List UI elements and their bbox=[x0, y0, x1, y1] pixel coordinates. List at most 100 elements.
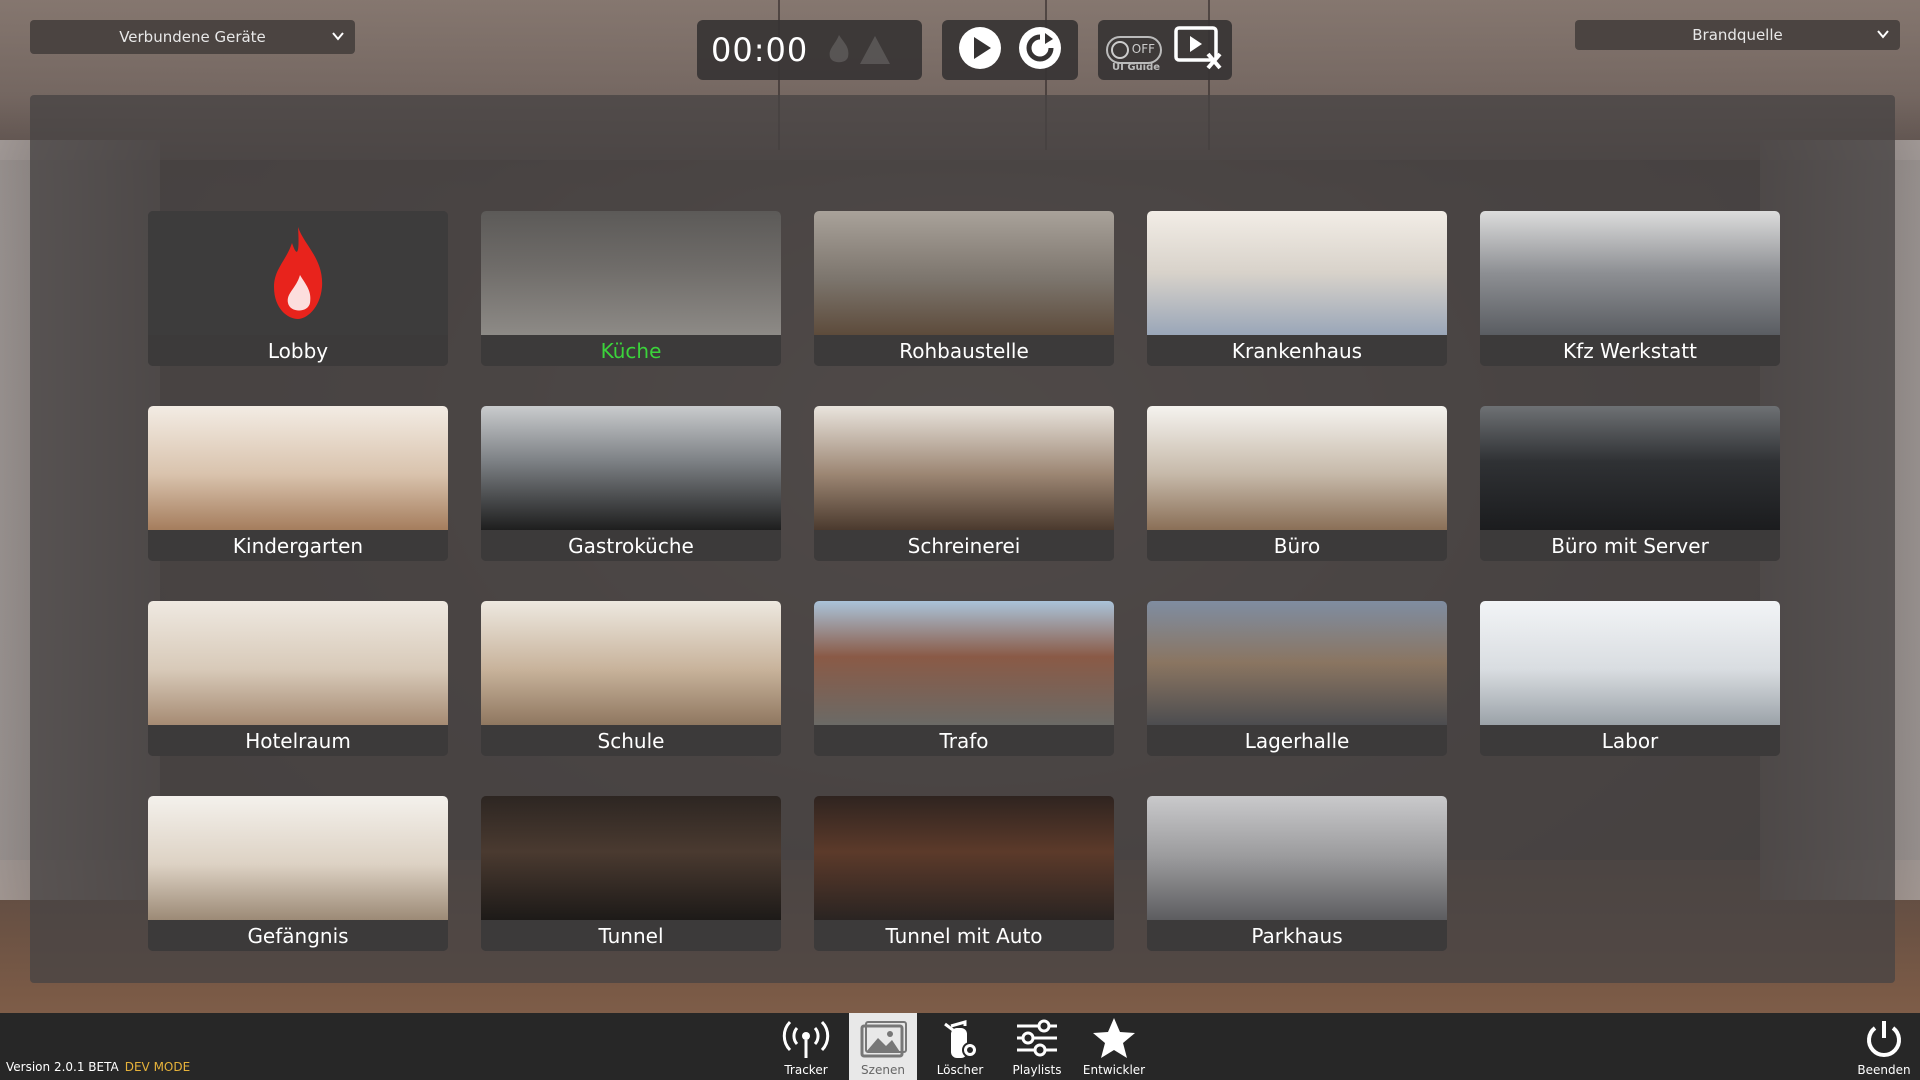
sliders-icon bbox=[1017, 1019, 1057, 1057]
ui-guide-label: UI Guide bbox=[1112, 62, 1161, 73]
nav-tracker[interactable]: Tracker bbox=[772, 1013, 840, 1080]
scene-tile-kindergarten[interactable]: Kindergarten bbox=[148, 406, 448, 561]
scene-label: Hotelraum bbox=[148, 725, 448, 756]
scene-tile-construction[interactable]: Rohbaustelle bbox=[814, 211, 1114, 366]
nav-scenes-label: Szenen bbox=[861, 1063, 905, 1077]
timer-display: 00:00 bbox=[711, 31, 809, 69]
scene-tile-garage[interactable]: Kfz Werkstatt bbox=[1480, 211, 1780, 366]
nav-developer-label: Entwickler bbox=[1082, 1063, 1146, 1077]
scene-label: Büro mit Server bbox=[1480, 530, 1780, 561]
scene-label: Lagerhalle bbox=[1147, 725, 1447, 756]
fire-source-label: Brandquelle bbox=[1692, 26, 1783, 44]
scene-thumbnail bbox=[148, 796, 448, 920]
scene-thumbnail bbox=[148, 211, 448, 335]
reset-button[interactable] bbox=[1017, 25, 1063, 75]
fire-level-indicator bbox=[826, 33, 892, 67]
scene-tile-warehouse[interactable]: Lagerhalle bbox=[1147, 601, 1447, 756]
fire-extinguisher-icon bbox=[944, 1020, 978, 1058]
version-info: Version 2.0.1 BETA DEV MODE bbox=[6, 1060, 190, 1074]
chevron-down-icon bbox=[331, 29, 345, 43]
scene-thumbnail bbox=[814, 796, 1114, 920]
scene-label: Krankenhaus bbox=[1147, 335, 1447, 366]
quit-label: Beenden bbox=[1857, 1063, 1911, 1077]
scene-label: Rohbaustelle bbox=[814, 335, 1114, 366]
scene-tile-trafo[interactable]: Trafo bbox=[814, 601, 1114, 756]
toggle-state-label: OFF bbox=[1131, 42, 1155, 56]
scene-tile-prison[interactable]: Gefängnis bbox=[148, 796, 448, 951]
exit-preview-button[interactable] bbox=[1172, 24, 1226, 76]
play-button[interactable] bbox=[957, 25, 1003, 75]
play-icon bbox=[959, 27, 1001, 69]
star-icon bbox=[1093, 1018, 1135, 1058]
scene-thumbnail bbox=[1147, 796, 1447, 920]
scene-tile-office[interactable]: Büro bbox=[1147, 406, 1447, 561]
scene-thumbnail bbox=[481, 796, 781, 920]
fire-warning-icon bbox=[860, 36, 891, 64]
ui-guide-toggle[interactable]: OFF bbox=[1106, 36, 1162, 64]
broadcast-icon bbox=[782, 1020, 830, 1058]
scene-thumbnail bbox=[481, 406, 781, 530]
scene-tile-hospital[interactable]: Krankenhaus bbox=[1147, 211, 1447, 366]
scene-thumbnail bbox=[814, 601, 1114, 725]
dev-mode-badge: DEV MODE bbox=[124, 1060, 191, 1074]
flame-logo-icon bbox=[274, 227, 323, 319]
scene-thumbnail bbox=[814, 406, 1114, 530]
reset-icon bbox=[1019, 27, 1061, 69]
nav-extinguisher-label: Löscher bbox=[936, 1063, 984, 1077]
ui-guide-panel: OFF UI Guide bbox=[1098, 20, 1232, 80]
connected-devices-dropdown[interactable]: Verbundene Geräte bbox=[30, 20, 355, 54]
scene-tile-lab[interactable]: Labor bbox=[1480, 601, 1780, 756]
chevron-down-icon bbox=[1876, 27, 1890, 41]
scene-label: Kindergarten bbox=[148, 530, 448, 561]
scene-label: Lobby bbox=[148, 335, 448, 366]
scene-label: Tunnel mit Auto bbox=[814, 920, 1114, 951]
connected-devices-label: Verbundene Geräte bbox=[119, 28, 266, 46]
scene-thumbnail bbox=[1147, 406, 1447, 530]
scene-label: Kfz Werkstatt bbox=[1480, 335, 1780, 366]
scene-label: Küche bbox=[481, 335, 781, 366]
scene-tile-school[interactable]: Schule bbox=[481, 601, 781, 756]
scene-tile-tunnel[interactable]: Tunnel bbox=[481, 796, 781, 951]
scene-thumbnail bbox=[814, 211, 1114, 335]
scene-label: Büro bbox=[1147, 530, 1447, 561]
nav-extinguisher[interactable]: Löscher bbox=[926, 1013, 994, 1080]
fire-source-dropdown[interactable]: Brandquelle bbox=[1575, 20, 1900, 50]
scene-label: Labor bbox=[1480, 725, 1780, 756]
nav-developer[interactable]: Entwickler bbox=[1080, 1013, 1148, 1080]
scene-label: Tunnel bbox=[481, 920, 781, 951]
scene-tile-carpentry[interactable]: Schreinerei bbox=[814, 406, 1114, 561]
toggle-knob bbox=[1111, 41, 1129, 59]
nav-playlists[interactable]: Playlists bbox=[1003, 1013, 1071, 1080]
version-text: Version 2.0.1 BETA bbox=[6, 1060, 119, 1074]
screen-close-icon bbox=[1174, 26, 1222, 70]
gallery-icon bbox=[860, 1021, 907, 1058]
scene-tile-hotel[interactable]: Hotelraum bbox=[148, 601, 448, 756]
scene-thumbnail bbox=[1147, 211, 1447, 335]
scene-tile-parking[interactable]: Parkhaus bbox=[1147, 796, 1447, 951]
scene-thumbnail bbox=[481, 601, 781, 725]
scene-label: Schule bbox=[481, 725, 781, 756]
power-icon bbox=[1867, 1021, 1901, 1057]
quit-button[interactable]: Beenden bbox=[1850, 1013, 1918, 1080]
scene-thumbnail bbox=[148, 601, 448, 725]
scene-label: Gastroküche bbox=[481, 530, 781, 561]
scene-label: Parkhaus bbox=[1147, 920, 1447, 951]
scene-label: Trafo bbox=[814, 725, 1114, 756]
scene-thumbnail bbox=[1480, 406, 1780, 530]
scene-tile-server[interactable]: Büro mit Server bbox=[1480, 406, 1780, 561]
scene-thumbnail bbox=[1480, 211, 1780, 335]
nav-playlists-label: Playlists bbox=[1012, 1063, 1062, 1077]
scene-tile-kitchen[interactable]: Küche bbox=[481, 211, 781, 366]
nav-scenes[interactable]: Szenen bbox=[849, 1013, 917, 1080]
scene-selection-panel: Lobby Küche Rohbaustelle Krankenhaus Kfz Wer… bbox=[30, 95, 1895, 983]
fire-icon bbox=[829, 35, 849, 63]
timer-panel: 00:00 bbox=[697, 20, 922, 80]
playback-panel bbox=[942, 20, 1078, 80]
bottom-navigation-bar: Version 2.0.1 BETA DEV MODE Tracker Szene… bbox=[0, 1013, 1920, 1080]
scene-label: Gefängnis bbox=[148, 920, 448, 951]
scene-tile-gastro[interactable]: Gastroküche bbox=[481, 406, 781, 561]
scene-tile-lobby[interactable]: Lobby bbox=[148, 211, 448, 366]
scene-thumbnail bbox=[1480, 601, 1780, 725]
nav-tracker-label: Tracker bbox=[784, 1063, 828, 1077]
scene-tile-tunnelcar[interactable]: Tunnel mit Auto bbox=[814, 796, 1114, 951]
